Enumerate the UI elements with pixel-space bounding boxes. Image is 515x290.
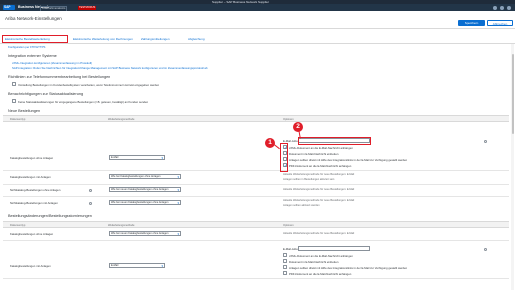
new-order-row-2-doc: Katalogbestellungen mit Anlagen (10, 175, 51, 179)
change-row-1-note: Aktuelle Weiterleitungsmethode für neue … (283, 232, 355, 235)
change-option-1-label: cXML-Dokument an die E-Mail-Nachricht an… (289, 253, 353, 258)
change-option-3-checkbox[interactable] (283, 265, 287, 269)
change-option-2-label: Dokument in E-Mail-Nachricht einbetten (289, 259, 339, 264)
cancel-button[interactable]: Abbrechen (487, 20, 513, 26)
callout-marker-2: 2 (293, 122, 303, 132)
new-orders-table-header: Dokumenttyp Weiterleitungsmethode Option… (3, 115, 509, 122)
integration-section-title: Integration externer Systeme (8, 54, 57, 58)
changes-table-header: Dokumenttyp Weiterleitungsmethode Option… (3, 221, 509, 228)
new-order-row-3-method-select[interactable]: Wie bei neuen Katalogbestellungen ohne A… (109, 187, 181, 192)
new-order-row-4-method-select[interactable]: Wie bei neuen Katalogbestellungen ohne A… (109, 200, 181, 205)
new-order-row-3-doc: Nichtkatalog-Bestellungen ohne Anlagen (10, 188, 61, 192)
email-info-icon[interactable] (484, 140, 487, 143)
row-3-info-icon[interactable] (89, 188, 92, 192)
help-icon[interactable] (493, 5, 497, 10)
new-order-row-1-method-select[interactable]: E-Mail (109, 155, 165, 160)
col-routing-method: Weiterleitungsmethode (108, 224, 135, 227)
status-update-checkbox[interactable] (12, 99, 16, 103)
new-order-row-4-note-sub: Anlagen sollten aktiviert werden (283, 204, 320, 207)
new-order-option-4-label: PDF-Dokument an die E-Mail-Nachricht anh… (289, 163, 352, 168)
tab-reconciliation[interactable]: Abgleichung (188, 36, 205, 42)
scrollbar-thumb[interactable] (511, 54, 514, 134)
col-document-type: Dokumenttyp (10, 118, 26, 121)
change-row-1-method-select[interactable]: Wie bei neuen Katalogbestellungen ohne A… (109, 231, 181, 236)
change-option-4-checkbox[interactable] (283, 271, 287, 275)
status-update-section-title: Benachrichtigungen zur Statusaktualisier… (8, 92, 84, 96)
page-header: Ariba Network-Einstellungen Speichern Ab… (0, 11, 515, 29)
col-document-type: Dokumenttyp (10, 224, 26, 227)
save-button[interactable]: Speichern (458, 20, 485, 26)
new-order-row-4-doc: Nichtkatalog-Bestellungen mit Anlagen (10, 201, 58, 205)
highlight-option-checkboxes (280, 143, 288, 172)
new-order-row-2-method-select[interactable]: Wie bei Katalogbestellungen ohne Anlagen (109, 174, 181, 179)
telephone-checkbox-label: Vorstellung Bestellungen im Kundenbestel… (18, 82, 160, 87)
col-options: Optionen (283, 118, 294, 121)
shell-bar: SAP Business Network Unternehmenskonto T… (0, 4, 515, 12)
status-update-checkbox-label: Keine Statusaktualisierungen für eingega… (18, 99, 149, 104)
change-email-info-icon[interactable] (484, 248, 487, 251)
new-order-row-3-note: Aktuelle Weiterleitungsmethode für neue … (283, 188, 355, 191)
new-order-option-2-label: Dokument in E-Mail-Nachricht einbetten (289, 151, 339, 156)
new-order-row-4-note: Aktuelle Weiterleitungsmethode für neue … (283, 199, 355, 202)
change-option-3-label: Anlagen sollten direkt mit Hilfe des Int… (289, 265, 408, 270)
col-options: Optionen (283, 224, 294, 227)
change-row-1-doc: Katalogbestellungen ohne Anlagen (10, 232, 54, 236)
page-title: Ariba Network-Einstellungen (5, 16, 62, 21)
change-option-4-label: PDF-Dokument an die E-Mail-Nachricht anh… (289, 271, 352, 276)
notifications-icon[interactable] (500, 5, 504, 10)
col-routing-method: Weiterleitungsmethode (108, 118, 135, 121)
new-order-row-2-note-sub: Anlagen sollten in Bestellungen aktivier… (283, 178, 335, 181)
tab-payment-remittances[interactable]: Zahlungsmitteilungen (141, 36, 170, 42)
sap-logo[interactable]: SAP (3, 5, 15, 10)
change-row-2-doc: Katalogbestellungen mit Anlagen (10, 264, 51, 268)
new-order-option-1-label: cXML-Dokument an die E-Mail-Nachricht an… (289, 145, 353, 150)
new-orders-section-title: Neue Bestellungen (8, 109, 41, 113)
cxml-integration-link[interactable]: cXML-Integration konfigurieren (Zusammen… (12, 61, 92, 65)
ftp-config-link[interactable]: Konfiguration per FTP/HTTPS (8, 45, 45, 49)
change-option-1-checkbox[interactable] (283, 253, 287, 257)
change-email-input[interactable] (298, 245, 370, 251)
new-order-row-2-note: Aktuelle Weiterleitungsmethode für neue … (283, 173, 355, 176)
environment-badge: TESTMODUS (78, 5, 97, 10)
highlight-email-input (298, 137, 371, 145)
telephone-checkbox[interactable] (12, 82, 16, 86)
new-order-row-1-doc: Katalogbestellungen ohne Anlagen (10, 156, 54, 160)
change-row-2-method-select[interactable]: E-Mail (109, 263, 165, 268)
telephone-section-title: Richtlinien zur Telefonnummernbearbeitun… (8, 75, 111, 79)
shell-icons (493, 5, 511, 10)
highlight-active-tab (2, 35, 68, 43)
new-order-option-3-label: Anlagen sollten direkt mit Hilfe des Int… (289, 157, 408, 162)
sap-integration-link[interactable]: SAP-Integration: Rufen Sie Nachrichten f… (12, 66, 208, 70)
tab-invoice-routing[interactable]: Elektronische Weiterleitung von Rechnung… (73, 36, 133, 42)
change-option-2-checkbox[interactable] (283, 259, 287, 263)
page-scrollbar[interactable] (511, 44, 514, 290)
changes-section-title: Bestellungsänderungen/Bestellungsstornie… (8, 214, 92, 218)
settings-content: Konfiguration per FTP/HTTPS Integration … (0, 44, 515, 290)
user-avatar-icon[interactable] (507, 5, 511, 10)
settings-tabbar: Elektronische Bestellweiterleitung Elekt… (0, 35, 515, 44)
row-4-info-icon[interactable] (89, 201, 92, 205)
